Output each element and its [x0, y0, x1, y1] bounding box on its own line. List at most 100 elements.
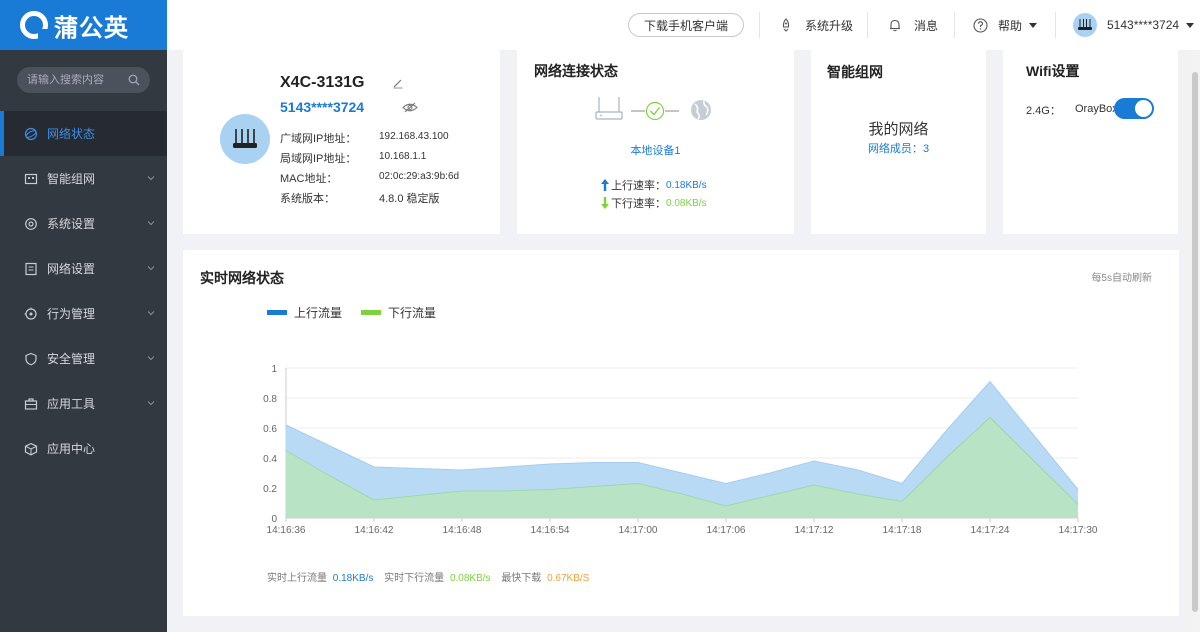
user-name: 5143****3724 [1107, 18, 1180, 32]
sidebar-item-label: 应用中心 [47, 442, 96, 456]
header-divider [954, 12, 955, 38]
search-box[interactable] [17, 67, 150, 93]
stat-peak-value: 0.67KB/S [547, 573, 590, 584]
list-icon [25, 262, 37, 275]
x-tick-label: 14:17:18 [883, 525, 922, 536]
eye-off-icon[interactable] [402, 102, 418, 113]
connection-diagram [595, 97, 711, 121]
sidebar-item-network-status[interactable]: 网络状态 [0, 111, 167, 156]
sidebar-item-label: 智能组网 [47, 172, 96, 186]
scrollbar-thumb[interactable] [1192, 72, 1198, 612]
sidebar-item-label: 网络状态 [47, 127, 96, 141]
y-tick-label: 0 [271, 514, 277, 525]
sidebar-item-app-tools[interactable]: 应用工具 [0, 381, 167, 426]
caret-down-icon [1186, 22, 1195, 28]
x-tick-label: 14:17:06 [707, 525, 746, 536]
y-tick-label: 1 [271, 364, 277, 375]
mac-value: 02:0c:29:a3:9b:6d [379, 171, 460, 182]
chevron-down-icon [147, 221, 155, 226]
x-tick-label: 14:16:36 [267, 525, 306, 536]
logo-text: 蒲公英 [54, 14, 129, 42]
network-name[interactable]: 我的网络 [811, 118, 986, 139]
search-icon[interactable] [128, 74, 140, 86]
download-rate-value: 0.08KB/s [666, 197, 707, 209]
system-upgrade-link[interactable]: 系统升级 [779, 0, 853, 50]
header-divider [867, 12, 868, 38]
help-label: 帮助 [998, 18, 1023, 33]
sidebar-item-security-management[interactable]: 安全管理 [0, 336, 167, 381]
connection-card: 网络连接状态 本地设备1 上行速率： 0.18KB/s 下行速率： 0.08KB… [517, 50, 794, 234]
arrow-up-icon [601, 179, 609, 191]
messages-link[interactable]: 消息 [888, 0, 938, 50]
sidebar-item-smart-network[interactable]: 智能组网 [0, 156, 167, 201]
chevron-down-icon [147, 401, 155, 406]
x-tick-label: 14:16:48 [443, 525, 482, 536]
router-icon [1078, 19, 1092, 30]
network-members[interactable]: 网络成员：3 [811, 140, 986, 156]
device-card: X4C-3131G 5143****3724 广域网IP地址： 192.168.… [183, 50, 500, 234]
shield-icon [25, 352, 37, 365]
sidebar-item-system-settings[interactable]: 系统设置 [0, 201, 167, 246]
top-header: 下载手机客户端 系统升级 消息 帮助 5143****3724 [167, 0, 1200, 50]
stat-upload-value: 0.18KB/s [332, 573, 374, 584]
connection-title: 网络连接状态 [534, 63, 618, 79]
network-icon [24, 173, 38, 184]
wifi-ssid: OrayBox [1075, 103, 1118, 115]
globe-icon [24, 127, 38, 140]
realtime-network-card: 实时网络状态 每5s自动刷新 上行流量 下行流量 0 0.2 0.4 0.6 0.8 1 1… [183, 250, 1179, 616]
x-tick-label: 14:17:30 [1059, 525, 1098, 536]
stat-upload-label: 实时上行流量 [267, 573, 327, 584]
sidebar-item-label: 安全管理 [47, 352, 96, 366]
wifi-card: Wifi设置 2.4G： OrayBox [1003, 50, 1178, 234]
help-menu[interactable]: 帮助 [973, 0, 1038, 50]
search-input[interactable] [27, 74, 127, 86]
y-tick-label: 0.4 [263, 454, 277, 465]
wan-ip-value: 192.168.43.100 [379, 131, 449, 142]
members-count: 3 [922, 143, 930, 155]
y-tick-label: 0.2 [263, 484, 277, 495]
router-device-icon [595, 97, 623, 120]
traffic-chart: 0 0.2 0.4 0.6 0.8 1 14:16:36 14:16:42 14:16:48 14… [263, 364, 1098, 536]
version-label: 系统版本： [280, 193, 335, 205]
sidebar: 蒲公英 网络状态 智能组网 系统设置 网络设置 行为管理 [0, 0, 167, 632]
chevron-down-icon [147, 176, 155, 181]
sidebar-item-label: 行为管理 [47, 307, 96, 321]
edit-icon[interactable] [392, 77, 404, 89]
sidebar-item-network-settings[interactable]: 网络设置 [0, 246, 167, 291]
x-tick-label: 14:16:54 [531, 525, 570, 536]
sidebar-item-label: 网络设置 [47, 262, 96, 276]
arrow-down-icon [601, 197, 609, 209]
caret-down-icon [1029, 22, 1038, 28]
wifi-title: Wifi设置 [1026, 63, 1080, 79]
sidebar-item-behavior-management[interactable]: 行为管理 [0, 291, 167, 336]
connected-check-icon [645, 101, 665, 121]
lan-ip-value: 10.168.1.1 [379, 151, 427, 162]
system-upgrade-label: 系统升级 [805, 18, 854, 33]
sidebar-nav: 网络状态 智能组网 系统设置 网络设置 行为管理 安全管理 应用工具 应用中心 [0, 111, 167, 471]
sidebar-item-label: 应用工具 [47, 397, 96, 411]
smart-network-card: 智能组网 我的网络 网络成员：3 [811, 50, 986, 234]
download-rate-label: 下行速率： [611, 198, 666, 210]
logo-icon [20, 11, 48, 39]
header-divider [1055, 12, 1056, 38]
toolbox-icon [24, 397, 38, 410]
gear-icon [25, 217, 37, 230]
bell-icon [890, 19, 900, 32]
target-icon [24, 307, 37, 320]
sidebar-item-app-center[interactable]: 应用中心 [0, 426, 167, 471]
sidebar-item-label: 系统设置 [47, 217, 96, 231]
page-scrollbar[interactable] [1190, 50, 1200, 632]
help-icon [973, 17, 988, 33]
wifi-toggle[interactable] [1114, 98, 1154, 119]
upload-rate-row: 上行速率： 0.18KB/s [601, 177, 707, 193]
local-device-link[interactable]: 本地设备1 [517, 142, 794, 158]
upload-rate-value: 0.18KB/s [666, 179, 707, 191]
mac-label: MAC地址： [280, 173, 338, 185]
upload-rate-label: 上行速率： [611, 180, 666, 192]
router-icon [233, 129, 257, 148]
user-menu[interactable]: 5143****3724 [1073, 0, 1195, 50]
chevron-down-icon [147, 266, 155, 271]
avatar [1073, 13, 1097, 37]
download-client-button[interactable]: 下载手机客户端 [628, 13, 745, 37]
logo[interactable]: 蒲公英 [0, 0, 167, 50]
